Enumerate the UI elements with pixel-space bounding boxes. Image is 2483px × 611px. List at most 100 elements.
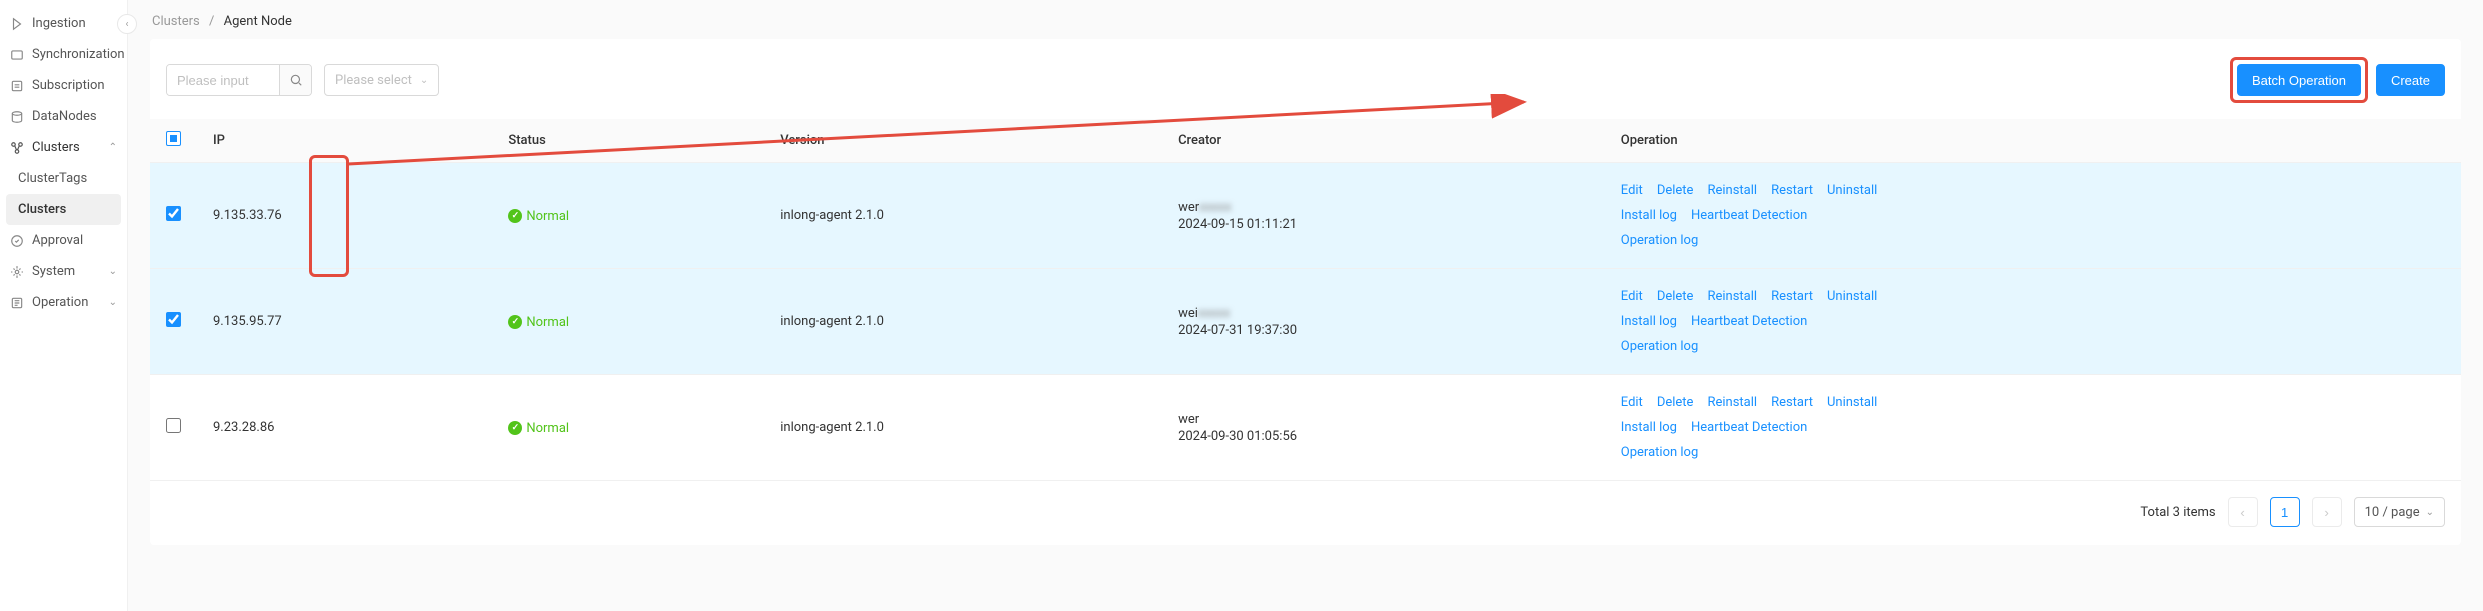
check-circle-icon: ✓ xyxy=(508,315,522,329)
op-install-log[interactable]: Install log xyxy=(1621,208,1677,223)
op-heartbeat[interactable]: Heartbeat Detection xyxy=(1691,420,1807,435)
op-edit[interactable]: Edit xyxy=(1621,183,1643,198)
op-install-log[interactable]: Install log xyxy=(1621,420,1677,435)
sidebar-item-label: Approval xyxy=(32,233,83,248)
sidebar-item-ingestion[interactable]: Ingestion xyxy=(0,8,127,39)
subscription-icon xyxy=(10,79,24,93)
breadcrumb-parent[interactable]: Clusters xyxy=(152,14,200,29)
table-row: 9.23.28.86 ✓ Normal inlong-agent 2.1.0 w… xyxy=(150,375,2461,481)
op-restart[interactable]: Restart xyxy=(1771,183,1813,198)
batch-operation-button[interactable]: Batch Operation xyxy=(2237,64,2361,96)
op-delete[interactable]: Delete xyxy=(1657,395,1694,410)
cell-ip: 9.135.95.77 xyxy=(197,269,492,375)
sidebar-item-system[interactable]: System ⌄ xyxy=(0,256,127,287)
chevron-down-icon: ⌄ xyxy=(420,75,428,86)
operation-icon xyxy=(10,296,24,310)
create-button[interactable]: Create xyxy=(2376,64,2445,96)
breadcrumb-current: Agent Node xyxy=(224,14,292,29)
pagination-size-label: 10 / page xyxy=(2365,505,2420,520)
col-ip: IP xyxy=(197,119,492,163)
sidebar-item-operation[interactable]: Operation ⌄ xyxy=(0,287,127,318)
filter-select[interactable]: Please select ⌄ xyxy=(324,64,439,96)
op-uninstall[interactable]: Uninstall xyxy=(1827,289,1877,304)
sidebar-item-label: System xyxy=(32,264,75,279)
sidebar-item-label: Synchronization xyxy=(32,47,125,62)
pagination-page-1[interactable]: 1 xyxy=(2270,497,2300,527)
cell-creator: weixxxxx 2024-07-31 19:37:30 xyxy=(1162,269,1605,375)
cell-ip: 9.23.28.86 xyxy=(197,375,492,481)
sidebar-item-approval[interactable]: Approval xyxy=(0,225,127,256)
op-restart[interactable]: Restart xyxy=(1771,395,1813,410)
cell-operation: Edit Delete Reinstall Restart Uninstall … xyxy=(1605,375,2461,481)
op-edit[interactable]: Edit xyxy=(1621,289,1643,304)
pagination-prev[interactable]: ‹ xyxy=(2228,497,2258,527)
pagination: Total 3 items ‹ 1 › 10 / page ⌄ xyxy=(150,481,2461,527)
sidebar-item-label: Ingestion xyxy=(32,16,86,31)
chevron-down-icon: ⌄ xyxy=(2426,507,2434,518)
cell-status: ✓ Normal xyxy=(492,269,764,375)
check-circle-icon: ✓ xyxy=(508,421,522,435)
cell-operation: Edit Delete Reinstall Restart Uninstall … xyxy=(1605,163,2461,269)
datanodes-icon xyxy=(10,110,24,124)
op-restart[interactable]: Restart xyxy=(1771,289,1813,304)
cell-creator: wer 2024-09-30 01:05:56 xyxy=(1162,375,1605,481)
op-uninstall[interactable]: Uninstall xyxy=(1827,395,1877,410)
op-operation-log[interactable]: Operation log xyxy=(1621,339,1698,354)
op-reinstall[interactable]: Reinstall xyxy=(1707,395,1757,410)
chevron-up-icon: ⌃ xyxy=(109,142,117,153)
status-badge: ✓ Normal xyxy=(508,315,569,330)
cell-status: ✓ Normal xyxy=(492,375,764,481)
sidebar-item-clusters[interactable]: Clusters ⌃ xyxy=(0,132,127,163)
op-edit[interactable]: Edit xyxy=(1621,395,1643,410)
cell-status: ✓ Normal xyxy=(492,163,764,269)
search-input[interactable] xyxy=(167,65,279,95)
sidebar-item-label: Clusters xyxy=(32,140,80,155)
chevron-down-icon: ⌄ xyxy=(109,297,117,308)
op-delete[interactable]: Delete xyxy=(1657,289,1694,304)
pagination-next[interactable]: › xyxy=(2312,497,2342,527)
search-button[interactable] xyxy=(279,65,311,95)
cell-creator: werxxxxx 2024-09-15 01:11:21 xyxy=(1162,163,1605,269)
pagination-total: Total 3 items xyxy=(2140,505,2215,520)
op-heartbeat[interactable]: Heartbeat Detection xyxy=(1691,208,1807,223)
search-box xyxy=(166,64,312,96)
content-card: Please select ⌄ Batch Operation Create I… xyxy=(150,39,2461,545)
sidebar-subitem-clusters[interactable]: Clusters xyxy=(6,194,121,225)
row-checkbox[interactable] xyxy=(166,418,181,433)
op-heartbeat[interactable]: Heartbeat Detection xyxy=(1691,314,1807,329)
agent-table: IP Status Version Creator Operation 9.13… xyxy=(150,119,2461,481)
approval-icon xyxy=(10,234,24,248)
op-reinstall[interactable]: Reinstall xyxy=(1707,183,1757,198)
table-row: 9.135.33.76 ✓ Normal inlong-agent 2.1.0 … xyxy=(150,163,2461,269)
select-all-checkbox[interactable] xyxy=(166,131,181,146)
sidebar-subitem-clustertags[interactable]: ClusterTags xyxy=(0,163,127,194)
breadcrumb: Clusters / Agent Node xyxy=(128,0,2483,39)
sidebar-item-subscription[interactable]: Subscription xyxy=(0,70,127,101)
cell-operation: Edit Delete Reinstall Restart Uninstall … xyxy=(1605,269,2461,375)
cell-version: inlong-agent 2.1.0 xyxy=(764,375,1162,481)
op-operation-log[interactable]: Operation log xyxy=(1621,233,1698,248)
cell-ip: 9.135.33.76 xyxy=(197,163,492,269)
select-placeholder: Please select xyxy=(335,73,412,88)
op-delete[interactable]: Delete xyxy=(1657,183,1694,198)
col-creator: Creator xyxy=(1162,119,1605,163)
cell-version: inlong-agent 2.1.0 xyxy=(764,269,1162,375)
cell-version: inlong-agent 2.1.0 xyxy=(764,163,1162,269)
status-badge: ✓ Normal xyxy=(508,209,569,224)
op-uninstall[interactable]: Uninstall xyxy=(1827,183,1877,198)
op-install-log[interactable]: Install log xyxy=(1621,314,1677,329)
sidebar-item-synchronization[interactable]: Synchronization xyxy=(0,39,127,70)
clusters-icon xyxy=(10,141,24,155)
col-status: Status xyxy=(492,119,764,163)
sidebar: ‹ Ingestion Synchronization Subscription… xyxy=(0,0,128,611)
sidebar-item-datanodes[interactable]: DataNodes xyxy=(0,101,127,132)
op-operation-log[interactable]: Operation log xyxy=(1621,445,1698,460)
op-reinstall[interactable]: Reinstall xyxy=(1707,289,1757,304)
ingestion-icon xyxy=(10,17,24,31)
table-row: 9.135.95.77 ✓ Normal inlong-agent 2.1.0 … xyxy=(150,269,2461,375)
toolbar: Please select ⌄ Batch Operation Create xyxy=(150,57,2461,119)
pagination-size-select[interactable]: 10 / page ⌄ xyxy=(2354,497,2445,527)
row-checkbox[interactable] xyxy=(166,206,181,221)
row-checkbox[interactable] xyxy=(166,312,181,327)
sidebar-collapse-button[interactable]: ‹ xyxy=(117,14,137,34)
